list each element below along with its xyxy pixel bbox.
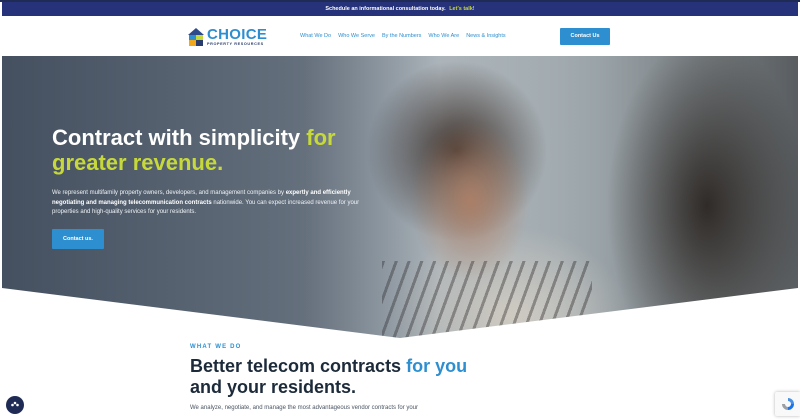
site-header: CHOICE PROPERTY RESOURCES What We Do Who…	[2, 16, 798, 56]
accessibility-icon[interactable]	[6, 396, 24, 414]
section-eyebrow: WHAT WE DO	[190, 344, 242, 350]
site-logo[interactable]: CHOICE PROPERTY RESOURCES	[188, 26, 267, 48]
hero-contact-button[interactable]: Contact us.	[52, 229, 104, 249]
section-title-line2: and your residents.	[190, 376, 357, 397]
announcement-text: Schedule an informational consultation t…	[325, 6, 446, 12]
logo-tagline: PROPERTY RESOURCES	[207, 42, 264, 47]
hero-title-main: Contract with simplicity	[52, 125, 301, 150]
section-title-accent: for you	[406, 356, 468, 376]
hero-text-lead: We represent multifamily property owners…	[52, 190, 285, 196]
main-nav: What We Do Who We Serve By the Numbers W…	[300, 33, 506, 39]
nav-item-who-we-are[interactable]: Who We Are	[428, 33, 459, 39]
section-description: We analyze, negotiate, and manage the mo…	[190, 405, 419, 412]
contact-us-button[interactable]: Contact Us	[560, 28, 610, 45]
announcement-link[interactable]: Let's talk!	[449, 6, 474, 12]
section-title-main: Better telecom contracts	[190, 356, 402, 376]
nav-item-by-the-numbers[interactable]: By the Numbers	[382, 33, 421, 39]
nav-item-who-we-serve[interactable]: Who We Serve	[338, 33, 375, 39]
what-we-do-section: WHAT WE DO Better telecom contracts for …	[190, 344, 550, 411]
recaptcha-icon[interactable]	[775, 392, 800, 416]
hero-title: Contract with simplicity for greater rev…	[52, 125, 392, 175]
section-title: Better telecom contracts for you and you…	[190, 356, 550, 397]
hero-section: Contract with simplicity for greater rev…	[2, 56, 798, 338]
nav-item-what-we-do[interactable]: What We Do	[300, 33, 331, 39]
hero-description: We represent multifamily property owners…	[52, 189, 372, 218]
nav-item-news-insights[interactable]: News & Insights	[466, 33, 505, 39]
house-logo-icon	[188, 28, 204, 46]
logo-name: CHOICE	[207, 26, 268, 44]
announcement-bar: Schedule an informational consultation t…	[2, 2, 798, 16]
